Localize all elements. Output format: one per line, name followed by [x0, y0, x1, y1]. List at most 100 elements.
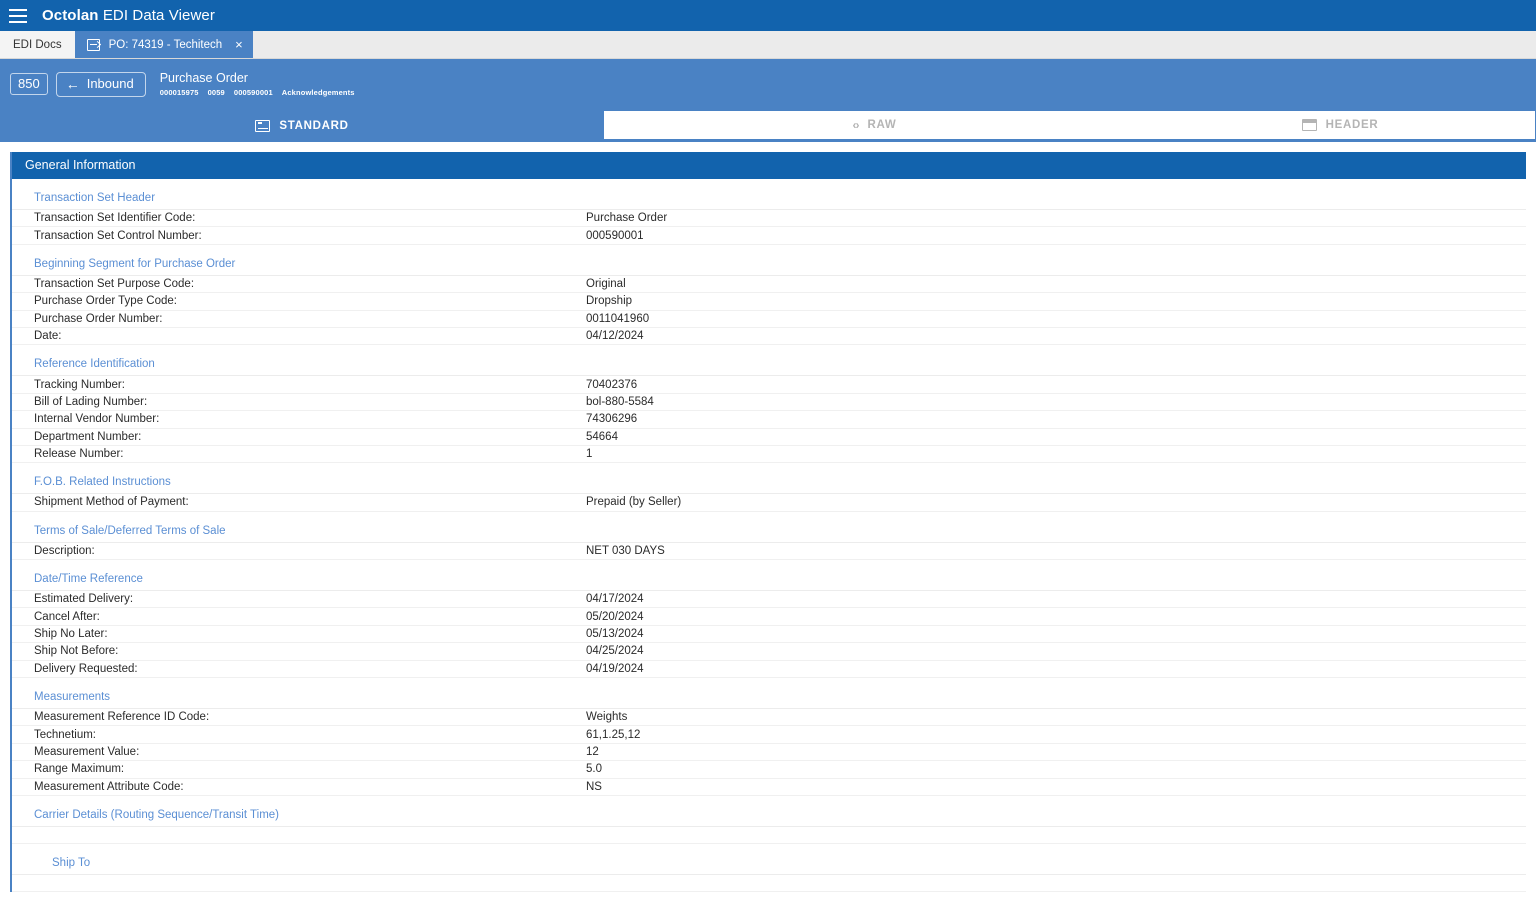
field-row: Department Number: 54664 [12, 429, 1526, 446]
field-value: 74306296 [586, 413, 638, 426]
view-tab-raw[interactable]: ‹› RAW [604, 111, 1145, 139]
empty-group-spacer [12, 827, 1526, 844]
field-value: 0011041960 [586, 312, 650, 325]
field-label: Purchase Order Number: [34, 312, 163, 325]
view-mode-bar: STANDARD ‹› RAW HEADER [0, 109, 1536, 142]
document-id-interchange: 000015975 [159, 87, 199, 97]
field-group-heading: F.O.B. Related Instructions [12, 463, 1526, 495]
field-value: 1 [586, 448, 593, 461]
field-row: Delivery Requested: 04/19/2024 [12, 661, 1526, 679]
field-label: Internal Vendor Number: [34, 413, 160, 426]
field-row: Transaction Set Purpose Code: Original [12, 276, 1526, 294]
field-group: Date/Time Reference Estimated Delivery: 04… [12, 560, 1526, 679]
inbound-direction-button[interactable]: ← Inbound [55, 71, 146, 97]
field-row: Description: NET 030 DAYS [12, 543, 1526, 561]
app-brand-name: Octolan [42, 7, 99, 24]
hamburger-menu-icon[interactable] [9, 8, 27, 23]
field-value: 05/20/2024 [586, 610, 644, 623]
tab-strip-filler [252, 31, 1536, 58]
field-row: Transaction Set Identifier Code: Purchase… [12, 210, 1526, 228]
tab-edi-docs-label: EDI Docs [13, 38, 62, 51]
view-tab-raw-label: RAW [867, 119, 897, 131]
field-row: Tracking Number: 70402376 [12, 376, 1526, 394]
field-group: F.O.B. Related Instructions Shipment Meth… [12, 463, 1526, 512]
view-tab-header[interactable]: HEADER [1145, 111, 1535, 139]
tab-strip: EDI Docs PO: 74319 - Techitech × [0, 31, 1536, 59]
field-label: Technetium: [34, 728, 97, 741]
field-value: Weights [586, 711, 628, 724]
field-label: Estimated Delivery: [34, 593, 134, 606]
field-value: 04/25/2024 [586, 645, 644, 658]
field-group: Reference Identification Tracking Number:… [12, 345, 1526, 464]
field-label: Department Number: [34, 430, 142, 443]
document-export-icon [86, 38, 100, 51]
general-information-card: General Information Transaction Set Head… [10, 152, 1526, 892]
field-label: Measurement Reference ID Code: [34, 711, 210, 724]
field-label: Date: [34, 330, 62, 343]
document-content: General Information Transaction Set Head… [0, 152, 1536, 892]
field-row: Release Number: 1 [12, 446, 1526, 464]
view-tab-standard-label: STANDARD [279, 119, 349, 132]
field-value: bol-880-5584 [586, 395, 654, 408]
view-tab-panel: ‹› RAW HEADER [604, 111, 1535, 139]
field-label: Release Number: [34, 448, 124, 461]
field-value: 61,1.25,12 [586, 728, 641, 741]
field-label: Measurement Value: [34, 746, 140, 758]
app-title-suffix: EDI Data Viewer [98, 7, 215, 24]
field-label: Shipment Method of Payment: [34, 496, 189, 509]
view-tab-standard[interactable]: STANDARD [0, 109, 604, 142]
empty-group-spacer [12, 875, 1526, 892]
field-group: Measurements Measurement Reference ID Cod… [12, 678, 1526, 796]
document-acknowledgements-link[interactable]: Acknowledgements [282, 88, 355, 97]
field-group-heading: Ship To [12, 844, 1526, 875]
field-value: Purchase Order [586, 212, 668, 225]
field-row: Range Maximum: 5.0 [12, 761, 1526, 779]
field-group-heading: Terms of Sale/Deferred Terms of Sale [12, 512, 1526, 543]
field-label: Transaction Set Control Number: [34, 229, 202, 242]
field-label: Cancel After: [34, 610, 100, 623]
field-row: Technetium: 61,1.25,12 [12, 726, 1526, 744]
field-row: Bill of Lading Number: bol-880-5584 [12, 394, 1526, 412]
field-group: Transaction Set Header Transaction Set Id… [12, 179, 1526, 245]
field-row: Cancel After: 05/20/2024 [12, 608, 1526, 626]
document-id-group: 0059 [207, 87, 225, 97]
field-row: Purchase Order Number: 0011041960 [12, 311, 1526, 328]
arrow-left-icon: ← [65, 75, 80, 92]
field-groups-container: Transaction Set Header Transaction Set Id… [12, 179, 1526, 892]
field-row: Measurement Value: 12 [12, 744, 1526, 762]
field-group-heading: Transaction Set Header [12, 179, 1526, 210]
header-view-icon [1301, 119, 1317, 131]
app-header-bar: Octolan EDI Data Viewer [0, 0, 1536, 31]
code-brackets-icon: ‹› [852, 118, 860, 132]
field-value: Original [586, 277, 626, 290]
field-value: Prepaid (by Seller) [586, 496, 682, 509]
field-label: Range Maximum: [34, 763, 125, 776]
field-group: Carrier Details (Routing Sequence/Transi… [12, 796, 1526, 844]
close-icon[interactable]: × [235, 38, 243, 51]
transaction-code-badge: 850 [10, 73, 48, 95]
field-label: Purchase Order Type Code: [34, 295, 177, 308]
tab-purchase-order-label: PO: 74319 - Techitech [108, 38, 223, 51]
tab-edi-docs[interactable]: EDI Docs [0, 31, 75, 58]
field-group: Beginning Segment for Purchase Order Tran… [12, 245, 1526, 346]
field-group-heading: Beginning Segment for Purchase Order [12, 245, 1526, 276]
field-value: NS [586, 780, 602, 793]
field-label: Delivery Requested: [34, 662, 138, 675]
field-row: Internal Vendor Number: 74306296 [12, 411, 1526, 429]
field-value: 54664 [586, 430, 618, 443]
view-tab-header-label: HEADER [1325, 119, 1379, 131]
inbound-label: Inbound [86, 76, 134, 91]
field-row: Ship No Later: 05/13/2024 [12, 626, 1526, 644]
field-value: 04/17/2024 [586, 593, 644, 606]
field-value: 05/13/2024 [586, 628, 644, 641]
document-meta: Purchase Order 000015975 0059 000590001 … [160, 71, 355, 97]
document-subheader: 850 ← Inbound Purchase Order 000015975 0… [0, 59, 1536, 109]
tab-purchase-order[interactable]: PO: 74319 - Techitech × [74, 31, 253, 58]
field-group: Ship To [12, 844, 1526, 892]
field-label: Bill of Lading Number: [34, 395, 148, 408]
field-label: Transaction Set Purpose Code: [34, 277, 195, 290]
field-label: Tracking Number: [34, 378, 125, 391]
field-row: Purchase Order Type Code: Dropship [12, 293, 1526, 311]
field-row: Ship Not Before: 04/25/2024 [12, 643, 1526, 661]
field-row: Measurement Reference ID Code: Weights [12, 709, 1526, 727]
